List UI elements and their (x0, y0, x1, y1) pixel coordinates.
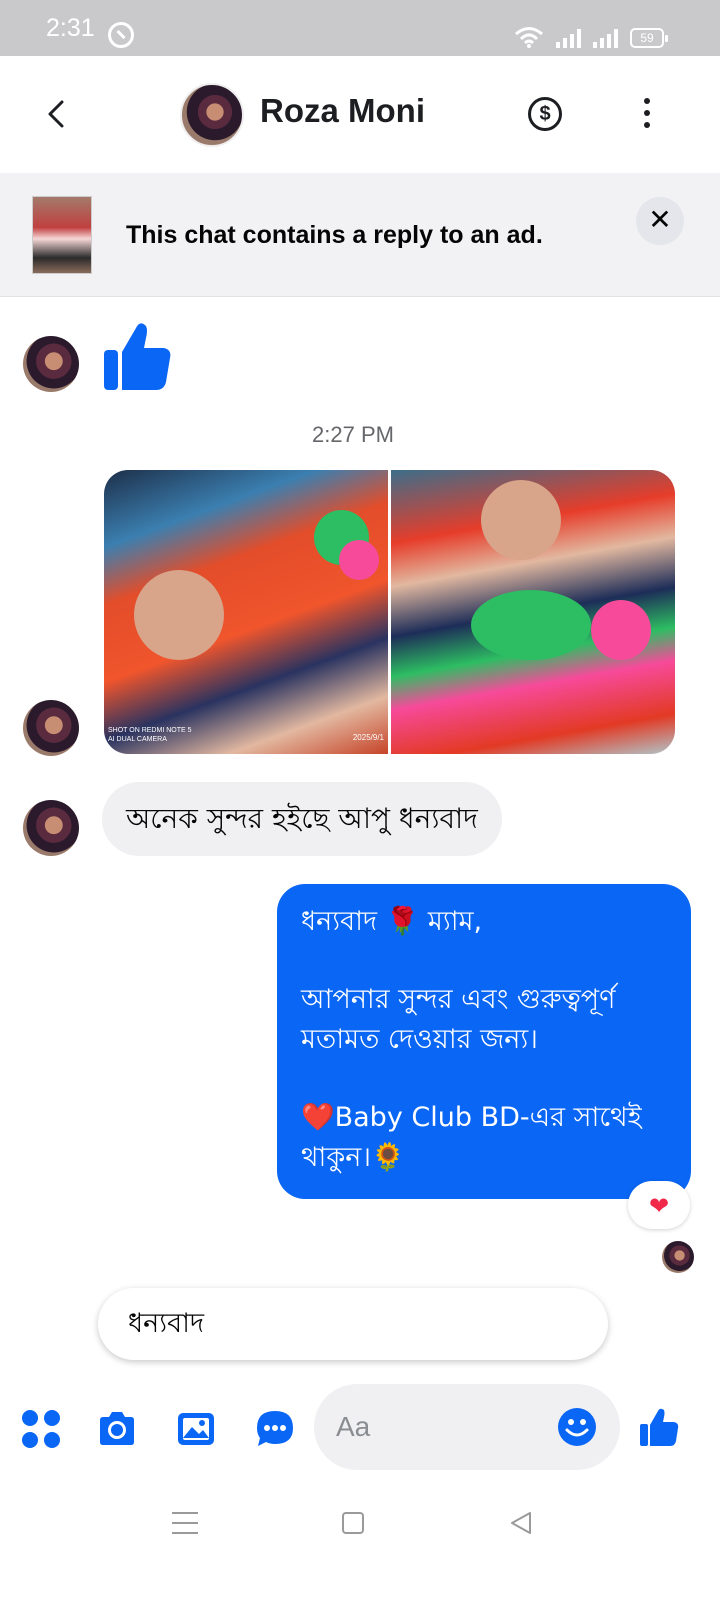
status-bar: 2:31 59 (0, 0, 720, 56)
close-icon[interactable]: ✕ (636, 197, 684, 245)
message-input[interactable] (336, 1404, 546, 1450)
sender-avatar[interactable] (23, 700, 79, 756)
home-icon[interactable] (342, 1512, 364, 1534)
message-timestamp: 2:27 PM (312, 422, 394, 447)
chat-header: Roza Moni $ (0, 56, 720, 173)
message-input-container (314, 1384, 620, 1470)
message-line: ধন্যবাদ 🌹 ম্যাম, (301, 906, 483, 937)
photo-attachment[interactable]: SHOT ON REDMI NOTE 5 AI DUAL CAMERA 2025/… (104, 470, 388, 754)
thumbs-up-icon (104, 323, 171, 390)
contact-name[interactable]: Roza Moni (260, 92, 425, 130)
ad-thumbnail[interactable] (32, 196, 92, 274)
ad-reply-banner: This chat contains a reply to an ad. ✕ (0, 173, 720, 297)
ad-banner-text: This chat contains a reply to an ad. (126, 221, 543, 249)
camera-icon[interactable] (96, 1408, 138, 1450)
message-line: ❤️Baby Club BD-এর সাথেই থাকুন।🌻 (301, 1102, 642, 1173)
thumbs-up-icon[interactable] (638, 1406, 680, 1448)
image-icon[interactable] (175, 1408, 217, 1450)
more-vertical-icon[interactable] (640, 98, 654, 130)
contact-avatar[interactable] (180, 83, 244, 147)
do-not-disturb-icon (108, 22, 134, 48)
photo-watermark: SHOT ON REDMI NOTE 5 AI DUAL CAMERA (108, 727, 192, 743)
system-indicators: 59 (514, 22, 668, 48)
message-line: আপনার সুন্দর এবং গুরুত্বপূর্ণ মতামত দেওয… (301, 984, 616, 1055)
menu-icon[interactable] (172, 1512, 198, 1534)
photo-attachment-grid: SHOT ON REDMI NOTE 5 AI DUAL CAMERA 2025/… (104, 470, 675, 754)
smiley-icon[interactable] (556, 1406, 598, 1448)
navigation-bar (0, 1490, 720, 1600)
seen-receipt-avatar (662, 1241, 694, 1273)
chevron-left-icon[interactable] (40, 96, 76, 132)
heart-reaction-icon[interactable]: ❤ (628, 1181, 690, 1229)
signal-icon-1 (556, 28, 581, 48)
wifi-icon (515, 27, 543, 48)
apps-grid-icon[interactable] (20, 1408, 62, 1450)
signal-icon-2 (593, 28, 618, 48)
dollar-icon[interactable]: $ (528, 97, 562, 131)
back-triangle-icon[interactable] (508, 1510, 534, 1536)
incoming-message-bubble[interactable]: অনেক সুন্দর হইছে আপু ধন্যবাদ (102, 782, 502, 856)
quick-reply-chip[interactable]: ধন্যবাদ (98, 1288, 608, 1360)
message-composer (0, 1384, 720, 1474)
outgoing-message-bubble[interactable]: ধন্যবাদ 🌹 ম্যাম, আপনার সুন্দর এবং গুরুত্… (277, 884, 691, 1199)
sender-avatar[interactable] (23, 336, 79, 392)
photo-attachment[interactable] (391, 470, 675, 754)
battery-icon: 59 (630, 28, 668, 48)
photo-date: 2025/9/1 (352, 733, 384, 742)
sender-avatar[interactable] (23, 800, 79, 856)
chat-bubble-icon[interactable] (254, 1408, 296, 1450)
status-time: 2:31 (46, 14, 95, 42)
